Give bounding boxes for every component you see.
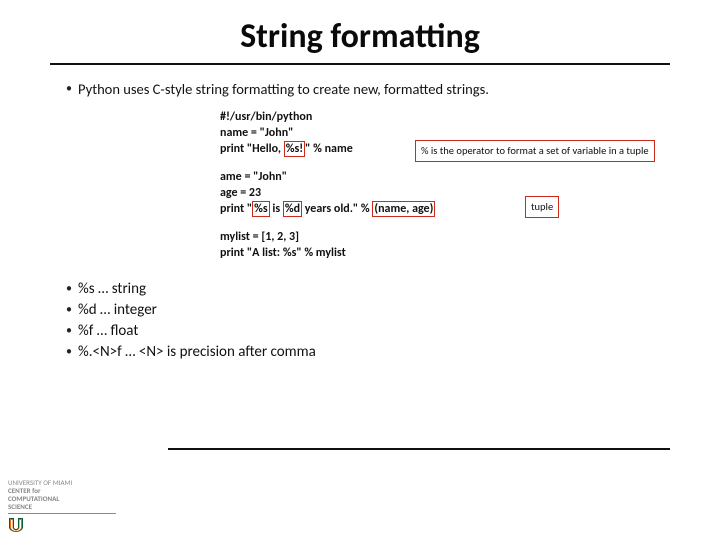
bullet-dot-icon: • bbox=[60, 300, 78, 320]
code-text: years old." % bbox=[302, 202, 372, 216]
code-line: age = 23 bbox=[220, 185, 660, 201]
code-line: name = "John" bbox=[220, 125, 660, 141]
code-line: print "A list: %s" % mylist bbox=[220, 245, 660, 261]
rule-bottom bbox=[168, 448, 670, 450]
code-block: #!/usr/bin/python name = "John" print "H… bbox=[220, 109, 660, 261]
code-line: #!/usr/bin/python bbox=[220, 109, 660, 125]
format-text: %s … string bbox=[78, 279, 660, 299]
list-item: • %f … float bbox=[60, 321, 660, 341]
footer-underline bbox=[8, 513, 116, 514]
code-text: print "Hello, bbox=[220, 142, 284, 156]
u-miami-logo-icon bbox=[8, 518, 24, 532]
code-text: " % name bbox=[305, 142, 353, 156]
highlight-box: %d bbox=[283, 201, 302, 217]
bullet-dot-icon: • bbox=[60, 342, 78, 362]
format-text: %f … float bbox=[78, 321, 660, 341]
slide-content: • Python uses C-style string formatting … bbox=[0, 65, 720, 362]
code-line: print "%s is %d years old." % (name, age… bbox=[220, 201, 660, 217]
bullet-dot-icon: • bbox=[60, 321, 78, 341]
format-text: %d … integer bbox=[78, 300, 660, 320]
bullet-dot-icon: • bbox=[60, 279, 78, 299]
footer-logo-block: UNIVERSITY OF MIAMI CENTER for COMPUTATI… bbox=[8, 479, 116, 532]
callout-tuple: tuple bbox=[525, 196, 559, 218]
bullet-dot-icon: • bbox=[60, 79, 78, 99]
highlight-box: %s! bbox=[284, 141, 305, 157]
code-line: ame = "John" bbox=[220, 169, 660, 185]
highlight-box: %s bbox=[252, 201, 270, 217]
callout-percent-operator: % is the operator to format a set of var… bbox=[415, 140, 655, 162]
intro-text: Python uses C-style string formatting to… bbox=[78, 79, 660, 99]
footer-line4: SCIENCE bbox=[8, 503, 116, 511]
code-text: print " bbox=[220, 202, 252, 216]
intro-bullet: • Python uses C-style string formatting … bbox=[60, 79, 660, 99]
highlight-box: (name, age) bbox=[372, 201, 435, 217]
code-text: is bbox=[270, 202, 283, 216]
format-text: %.<N>f … <N> is precision after comma bbox=[78, 342, 660, 362]
list-item: • %.<N>f … <N> is precision after comma bbox=[60, 342, 660, 362]
code-line: mylist = [1, 2, 3] bbox=[220, 229, 660, 245]
slide-title: String formatting bbox=[0, 0, 720, 57]
list-item: • %s … string bbox=[60, 279, 660, 299]
list-item: • %d … integer bbox=[60, 300, 660, 320]
format-list: • %s … string • %d … integer • %f … floa… bbox=[60, 279, 660, 362]
